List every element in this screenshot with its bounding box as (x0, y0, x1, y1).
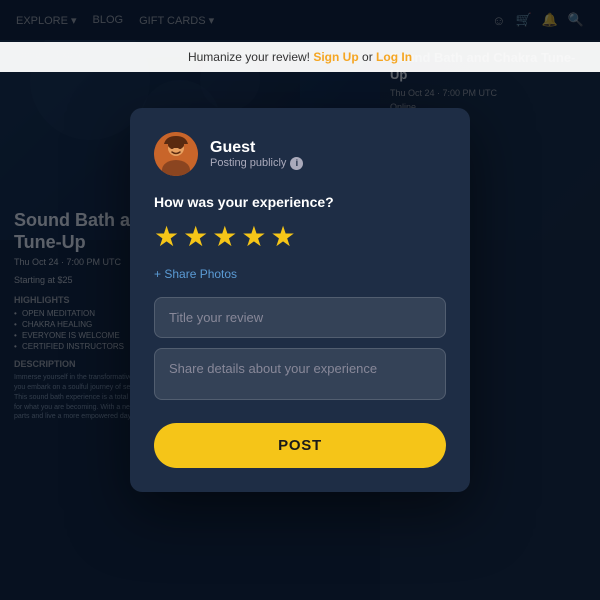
star-1[interactable]: ★ (154, 220, 179, 253)
info-icon[interactable]: i (290, 157, 303, 170)
review-details-textarea[interactable] (154, 348, 446, 400)
user-name: Guest (210, 139, 303, 157)
experience-label: How was your experience? (154, 194, 446, 210)
signup-link[interactable]: Sign Up (313, 50, 358, 64)
posting-publicly: Posting publicly i (210, 157, 303, 170)
star-2[interactable]: ★ (183, 220, 208, 253)
review-title-input[interactable] (154, 297, 446, 338)
modal-overlay: Guest Posting publicly i How was your ex… (0, 0, 600, 600)
star-5[interactable]: ★ (270, 220, 295, 253)
avatar (154, 132, 198, 176)
modal-header: Guest Posting publicly i (154, 132, 446, 176)
review-modal: Guest Posting publicly i How was your ex… (130, 108, 470, 492)
post-button[interactable]: POST (154, 423, 446, 468)
humanize-bar: Humanize your review! Sign Up or Log In (0, 42, 600, 72)
star-4[interactable]: ★ (241, 220, 266, 253)
stars-row: ★ ★ ★ ★ ★ (154, 220, 446, 253)
share-photos-button[interactable]: + Share Photos (154, 267, 446, 281)
user-info: Guest Posting publicly i (210, 139, 303, 170)
login-link[interactable]: Log In (376, 50, 412, 64)
star-3[interactable]: ★ (212, 220, 237, 253)
